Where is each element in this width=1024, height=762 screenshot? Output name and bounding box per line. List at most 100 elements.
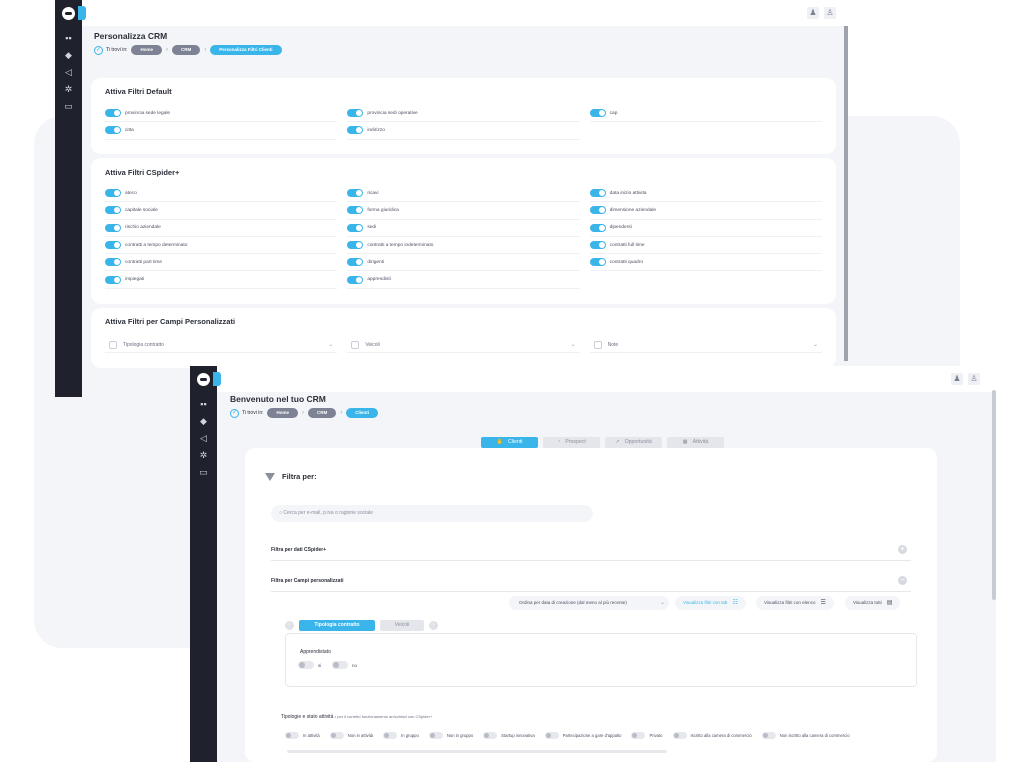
toggle-switch[interactable] [347, 109, 364, 118]
breadcrumb-current[interactable]: Personalizza Filtri Clienti [210, 45, 282, 55]
toggle-switch[interactable] [383, 732, 398, 739]
filter-row[interactable]: forma giuridica [347, 202, 580, 220]
tipologia-option[interactable]: Non in attività [329, 732, 373, 739]
tipologia-option[interactable]: Privato [631, 732, 663, 739]
layers-icon[interactable]: ◆ [190, 413, 217, 430]
toggle-switch[interactable] [347, 275, 364, 284]
monitor-icon[interactable]: ▭ [55, 98, 82, 115]
dashboard-icon[interactable]: ▪▪ [55, 30, 82, 47]
filter-row[interactable]: dimensione aziendale [589, 202, 822, 220]
plus-icon[interactable]: + [898, 545, 907, 554]
toggle-switch[interactable] [347, 258, 364, 267]
filter-row[interactable]: data inizio attivita [589, 185, 822, 203]
tab-clienti[interactable]: ✋ Clienti [481, 437, 538, 448]
layers-icon[interactable]: ◆ [55, 47, 82, 64]
toggle-switch[interactable] [105, 241, 121, 250]
toggle-switch[interactable] [105, 223, 121, 232]
user-icon[interactable]: ♟ [807, 7, 819, 19]
toggle-switch[interactable] [589, 223, 606, 232]
scrollbar[interactable] [844, 26, 848, 361]
toggle-switch[interactable] [631, 732, 646, 739]
breadcrumb-crm[interactable]: CRM [172, 45, 201, 55]
subtab-tipologia[interactable]: Tipologia contratto [299, 620, 375, 631]
checkbox[interactable] [593, 340, 602, 349]
option-no[interactable]: no [332, 661, 357, 669]
filter-row[interactable]: apprendisti [347, 271, 580, 289]
toggle-switch[interactable] [483, 732, 498, 739]
network-icon[interactable]: ✲ [190, 447, 217, 464]
tipologia-option[interactable]: Startup innovativa [483, 732, 535, 739]
filter-row[interactable]: ateco [105, 185, 338, 203]
filter-row[interactable]: contratti a tempo determinato [105, 237, 338, 255]
filter-row[interactable]: contratti a tempo indeterminato [347, 237, 580, 255]
breadcrumb-home[interactable]: Home [267, 408, 298, 418]
toggle-switch[interactable] [347, 206, 364, 215]
filter-row[interactable]: impiegati [105, 271, 338, 289]
megaphone-icon[interactable]: ◁ [55, 64, 82, 81]
toggle-switch[interactable] [428, 732, 443, 739]
chevron-left-icon[interactable]: ‹ [285, 621, 294, 630]
toggle-switch[interactable] [332, 661, 348, 669]
accordion-custom[interactable]: Filtra per Campi personalizzati − [271, 570, 911, 592]
filter-row[interactable]: contratti full time [589, 237, 822, 255]
chevron-right-icon[interactable]: › [429, 621, 438, 630]
custom-field-select[interactable]: Note ⌄ [589, 337, 822, 353]
tab-attivita[interactable]: ▦ Attività [667, 437, 724, 448]
breadcrumb-crm[interactable]: CRM [308, 408, 337, 418]
filter-row[interactable]: ricavi [347, 185, 580, 203]
toggle-switch[interactable] [105, 189, 121, 198]
filter-row[interactable]: sedi [347, 220, 580, 237]
custom-field-select[interactable]: Veicoli ⌄ [347, 337, 580, 353]
filter-row[interactable]: provincia sedi operative [347, 105, 580, 123]
horizontal-scrollbar[interactable] [287, 750, 667, 753]
toggle-switch[interactable] [298, 661, 314, 669]
toggle-switch[interactable] [589, 206, 606, 215]
view-list-button[interactable]: Visualizza filtri con elenco ☰ [756, 596, 834, 610]
search-input[interactable]: ○ Cerca per e-mail, p.iva o ragione soci… [271, 505, 593, 522]
tipologia-option[interactable]: In attività [285, 732, 320, 739]
toggle-switch[interactable] [105, 258, 121, 267]
filter-row[interactable]: contratti quadro [589, 254, 822, 272]
toggle-switch[interactable] [347, 189, 364, 198]
tipologia-option[interactable]: In gruppo [383, 732, 419, 739]
scrollbar[interactable] [992, 390, 996, 600]
toggle-switch[interactable] [672, 732, 687, 739]
user-icon[interactable]: ♟ [951, 373, 963, 385]
megaphone-icon[interactable]: ◁ [190, 430, 217, 447]
profile-icon[interactable]: ♙ [968, 373, 980, 385]
filter-row[interactable]: contratti part time [105, 254, 338, 272]
toggle-switch[interactable] [347, 126, 364, 135]
filter-row[interactable]: dirigenti [347, 254, 580, 272]
toggle-switch[interactable] [105, 109, 121, 118]
sidebar-toggle[interactable] [78, 6, 86, 20]
toggle-switch[interactable] [589, 241, 606, 250]
tipologia-option[interactable]: Iscritto alla camera di commercio [672, 732, 752, 739]
toggle-switch[interactable] [589, 109, 606, 118]
tipologia-option[interactable]: Non in gruppo [428, 732, 473, 739]
accordion-cspider[interactable]: Filtra per dati CSpider+ + [271, 539, 911, 561]
tipologia-option[interactable]: Partecipazione a gare d'appalto [544, 732, 621, 739]
tab-prospect[interactable]: ◔ Prospect [543, 437, 600, 448]
filter-row[interactable]: rischio aziendale [105, 220, 338, 237]
subtab-veicoli[interactable]: Veicoli [380, 620, 424, 631]
minus-icon[interactable]: − [898, 576, 907, 585]
filter-row[interactable]: indirizzo [347, 122, 580, 140]
checkbox[interactable] [109, 340, 117, 349]
toggle-switch[interactable] [544, 732, 559, 739]
order-select[interactable]: Ordina per data di creazione (dal meno a… [509, 596, 669, 610]
tab-opportunita[interactable]: ↗ Opportunità [605, 437, 662, 448]
tipologia-option[interactable]: Non iscritto alla camera di commercio [761, 732, 850, 739]
network-icon[interactable]: ✲ [55, 81, 82, 98]
toggle-switch[interactable] [329, 732, 344, 739]
checkbox[interactable] [351, 340, 360, 349]
toggle-switch[interactable] [589, 258, 606, 267]
toggle-switch[interactable] [761, 732, 776, 739]
view-all-button[interactable]: Visualizza tutti ▤ [845, 596, 901, 610]
sidebar-toggle[interactable] [213, 372, 221, 386]
toggle-switch[interactable] [347, 223, 364, 232]
breadcrumb-home[interactable]: Home [131, 45, 162, 55]
dashboard-icon[interactable]: ▪▪ [190, 396, 217, 413]
toggle-switch[interactable] [105, 126, 121, 135]
toggle-switch[interactable] [285, 732, 299, 739]
view-tab-button[interactable]: Visualizza filtri con tab ☷ [675, 596, 746, 610]
